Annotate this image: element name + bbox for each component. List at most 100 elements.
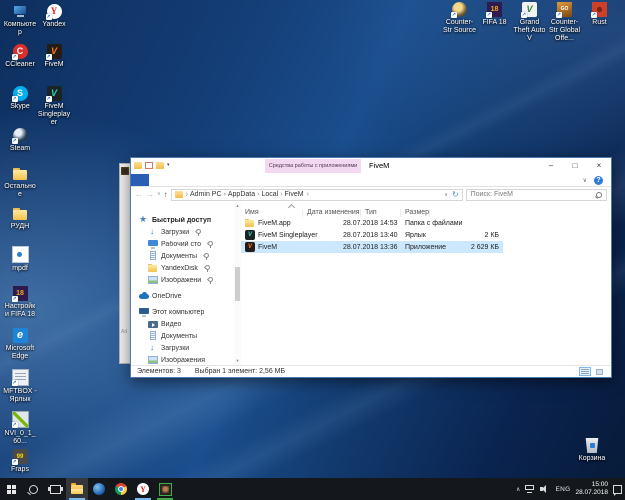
file-row[interactable]: V FiveM 28.07.2018 13:36 Приложение 2 629… [241, 241, 503, 253]
tray-expand-chevron-icon[interactable]: ∧ [516, 486, 520, 493]
desktop-icon[interactable]: 99 Fraps [3, 449, 37, 474]
desktop-icon[interactable]: e Microsoft Edge [3, 328, 37, 361]
breadcrumb-separator: › [185, 191, 189, 198]
ribbon-tab[interactable] [181, 174, 197, 186]
nav-item-icon [139, 214, 149, 225]
desktop-icon[interactable]: Y Yandex [37, 4, 71, 29]
desktop-icon-label: Yandex [42, 21, 66, 28]
close-button[interactable]: × [587, 158, 611, 173]
nav-item[interactable]: Видео [131, 318, 234, 330]
ribbon-tab[interactable] [165, 174, 181, 186]
desktop-icon[interactable]: Counter-Str Source [442, 2, 477, 43]
desktop-icon[interactable]: NVI_0_1_60... [3, 411, 37, 446]
language-indicator[interactable]: ENG [555, 486, 570, 493]
desktop-icon-glyph [12, 166, 28, 181]
desktop-icon-glyph: e [12, 328, 28, 343]
refresh-icon[interactable]: ↻ [452, 190, 459, 199]
search-box[interactable]: Поиск: FiveM [465, 188, 607, 201]
desktop-icon[interactable]: 18 Настройки FIFA 18 [3, 286, 37, 319]
nav-item-label: Изображения [161, 356, 205, 364]
file-row[interactable]: V FiveM Singleplayer 28.07.2018 13:40 Ярл… [241, 229, 503, 241]
desktop-icon[interactable]: V FiveM Singleplayer [37, 86, 71, 127]
desktop-icon[interactable]: MFTBOX - Ярлык [3, 369, 37, 404]
desktop-icon[interactable]: C CCleaner [3, 44, 37, 69]
nav-item[interactable]: Загрузки [131, 342, 234, 354]
nav-item-label: OneDrive [152, 292, 182, 300]
column-header[interactable]: Дата изменения [303, 209, 361, 217]
breadcrumb-item[interactable]: › Local [255, 191, 278, 198]
taskbar-yandex-button[interactable]: Y [132, 478, 154, 500]
help-icon[interactable]: ? [594, 175, 603, 185]
icons-view-button[interactable] [593, 367, 605, 376]
history-chevron-icon[interactable]: ∨ [157, 192, 161, 197]
task-view-button[interactable] [44, 478, 66, 500]
taskbar-app-button[interactable] [88, 478, 110, 500]
app-tools-tab[interactable]: Средства работы с приложениями [265, 159, 361, 173]
desktop-icon[interactable]: Rust [582, 2, 617, 43]
desktop-icon[interactable]: V FiveM [37, 44, 71, 69]
scrollbar-thumb[interactable] [235, 266, 240, 301]
forward-button[interactable]: → [146, 190, 154, 199]
address-dropdown-chevron-icon[interactable]: ∨ [444, 192, 448, 198]
nav-item[interactable]: Загрузки [131, 226, 234, 238]
address-bar[interactable]: › Admin PC › AppData › Local › FiveM › ∨ ↻ [170, 188, 463, 201]
nav-scrollbar[interactable]: ▲ ▼ [234, 202, 241, 365]
column-header[interactable]: Размер [401, 209, 431, 217]
title-bar[interactable]: ▾ Средства работы с приложениями FiveM –… [131, 158, 611, 174]
scroll-down-arrow-icon[interactable]: ▼ [236, 359, 240, 363]
qat-new-folder-icon[interactable] [156, 162, 164, 169]
ribbon-tab[interactable] [149, 174, 165, 186]
desktop-icon[interactable]: Компьютер [3, 4, 37, 37]
maximize-button[interactable]: □ [563, 158, 587, 173]
column-header[interactable]: Имя [241, 209, 303, 217]
nav-item[interactable]: Быстрый доступ [131, 214, 234, 226]
nav-item[interactable]: Этот компьютер [131, 306, 234, 318]
desktop-icon[interactable]: V Grand Theft Auto V [512, 2, 547, 43]
nav-item[interactable]: Рабочий сто [131, 238, 234, 250]
ribbon-tab[interactable] [211, 174, 227, 186]
scroll-up-arrow-icon[interactable]: ▲ [236, 204, 240, 208]
shortcut-arrow-icon [521, 12, 527, 18]
file-row[interactable]: FiveM.app 28.07.2018 14:53 Папка с файла… [241, 217, 503, 229]
ribbon-tabs-row: ∨ ? [131, 174, 611, 187]
taskbar-chrome-button[interactable] [110, 478, 132, 500]
pin-icon [207, 277, 213, 284]
ribbon-tab[interactable] [131, 174, 149, 186]
nav-item[interactable]: Документы [131, 250, 234, 262]
desktop-icon[interactable]: 18 FIFA 18 [477, 2, 512, 43]
breadcrumb-item[interactable]: › AppData [222, 191, 256, 198]
nav-item[interactable]: OneDrive [131, 290, 234, 302]
recycle-bin-icon[interactable]: Корзина [575, 438, 609, 463]
details-view-button[interactable] [579, 367, 591, 376]
qat-properties-icon[interactable] [145, 162, 153, 169]
taskbar-search-button[interactable] [22, 478, 44, 500]
network-icon[interactable] [525, 485, 535, 493]
nav-item-label: Загрузки [161, 228, 190, 236]
taskbar-game-button[interactable] [154, 478, 176, 500]
taskbar-explorer-button[interactable] [66, 478, 88, 500]
quick-access-toolbar: ▾ [134, 162, 170, 169]
desktop-icon[interactable]: GO Counter-Str Global Offe... [547, 2, 582, 43]
clock[interactable]: 15:00 28.07.2018 [575, 481, 608, 497]
breadcrumb-item[interactable]: › FiveM [278, 191, 303, 198]
action-center-icon[interactable] [613, 484, 622, 496]
nav-item[interactable]: Изображени [131, 274, 234, 286]
minimize-button[interactable]: – [539, 158, 563, 173]
desktop-icon[interactable]: РУДН [3, 206, 37, 231]
desktop: Компьютер C CCleaner S Skype Steam Остал… [0, 0, 625, 500]
back-button[interactable]: ← [135, 190, 143, 199]
volume-icon[interactable] [540, 485, 550, 493]
desktop-icon[interactable]: mpdf [3, 246, 37, 273]
nav-item[interactable]: YandexDisk [131, 262, 234, 274]
breadcrumb-item[interactable]: › Admin PC [184, 191, 222, 198]
nav-item[interactable]: Документы [131, 330, 234, 342]
start-button[interactable] [0, 478, 22, 500]
qat-customize-chevron-icon[interactable]: ▾ [167, 162, 170, 169]
desktop-icon[interactable]: S Skype [3, 86, 37, 111]
desktop-icon[interactable]: Steam [3, 128, 37, 153]
desktop-icon[interactable]: Остальное [3, 166, 37, 199]
ribbon-collapse-chevron-icon[interactable]: ∨ [583, 177, 587, 184]
column-header[interactable]: Тип [361, 209, 401, 217]
nav-item[interactable]: Изображения [131, 354, 234, 365]
up-button[interactable]: ↑ [164, 190, 168, 199]
